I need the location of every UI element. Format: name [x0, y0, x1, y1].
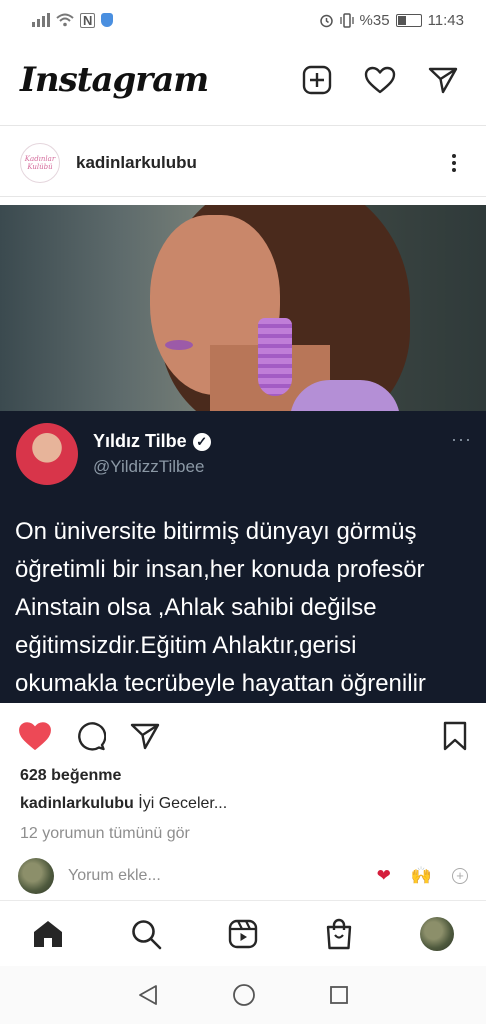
search-icon[interactable] — [130, 918, 162, 950]
direct-message-icon[interactable] — [428, 66, 458, 94]
more-emoji-icon[interactable]: + — [452, 868, 468, 884]
profile-avatar[interactable] — [420, 916, 454, 951]
battery-percent: %35 — [359, 11, 390, 29]
security-shield-icon — [101, 13, 114, 27]
heart-icon[interactable] — [364, 66, 396, 94]
add-comment-input[interactable]: Yorum ekle... — [68, 867, 161, 885]
tweet-author-handle: @YildizzTilbee — [93, 457, 205, 476]
quick-heart-emoji[interactable]: ❤ — [377, 866, 391, 886]
home-icon[interactable] — [32, 919, 64, 949]
recents-icon[interactable] — [329, 985, 349, 1005]
status-right: %35 11:43 — [319, 12, 464, 29]
alarm-icon — [319, 14, 333, 27]
post-caption: kadinlarkulubu İyi Geceler... — [20, 795, 227, 813]
clock: 11:43 — [427, 11, 464, 29]
more-options-icon[interactable] — [442, 150, 466, 176]
signal-icon — [32, 13, 50, 27]
instagram-logo[interactable]: Instagram — [20, 60, 209, 100]
quick-reactions: ❤ 🙌 + — [377, 866, 468, 886]
post-author-username[interactable]: kadinlarkulubu — [76, 153, 197, 173]
post-header: Kadınlar Kulübü kadinlarkulubu — [0, 137, 486, 189]
new-post-icon[interactable] — [302, 65, 332, 95]
status-bar: N %35 11:43 — [0, 0, 486, 40]
post-author-avatar[interactable]: Kadınlar Kulübü — [20, 143, 60, 183]
quick-raised-hands-emoji[interactable]: 🙌 — [411, 866, 432, 886]
add-comment-row: Yorum ekle... ❤ 🙌 + — [0, 856, 486, 896]
current-user-avatar — [18, 858, 54, 894]
back-icon[interactable] — [137, 984, 159, 1006]
photo-lips — [165, 340, 193, 350]
battery-icon — [395, 13, 422, 27]
home-circle-icon[interactable] — [232, 983, 256, 1007]
comment-icon[interactable] — [76, 721, 106, 751]
post-header-divider — [0, 196, 486, 197]
post-actions — [0, 716, 486, 756]
tweet-text: On üniversite bitirmiş dünyayı görmüş öğ… — [15, 518, 426, 697]
wifi-icon — [56, 13, 74, 27]
system-navigation — [0, 966, 486, 1024]
vibrate-icon — [339, 12, 354, 28]
post-image[interactable]: Yıldız Tilbe ✓ @YildizzTilbee ··· On üni… — [0, 205, 486, 703]
app-header: Instagram — [0, 48, 486, 112]
caption-text: İyi Geceler... — [138, 795, 228, 812]
likes-count[interactable]: 628 beğenme — [20, 767, 121, 785]
caption-username[interactable]: kadinlarkulubu — [20, 795, 134, 812]
tweet-more-icon: ··· — [451, 429, 472, 449]
shop-icon[interactable] — [324, 918, 354, 950]
header-actions — [302, 65, 458, 95]
bottom-navigation — [0, 900, 486, 966]
share-icon[interactable] — [130, 722, 160, 750]
verified-badge-icon: ✓ — [192, 432, 211, 451]
post-photo — [0, 205, 486, 411]
like-heart-icon[interactable] — [18, 721, 52, 751]
status-left: N — [32, 12, 114, 28]
tweet-avatar — [16, 423, 78, 485]
tweet-author-name-text: Yıldız Tilbe — [93, 431, 187, 451]
view-all-comments-link[interactable]: 12 yorumun tümünü gör — [20, 825, 190, 843]
photo-earring — [258, 318, 292, 396]
tweet-author-name: Yıldız Tilbe ✓ — [93, 431, 211, 452]
reels-icon[interactable] — [228, 919, 258, 949]
header-divider — [0, 125, 486, 126]
bookmark-icon[interactable] — [442, 721, 468, 751]
tweet-card: Yıldız Tilbe ✓ @YildizzTilbee ··· On üni… — [0, 411, 486, 703]
nfc-icon: N — [80, 12, 96, 28]
